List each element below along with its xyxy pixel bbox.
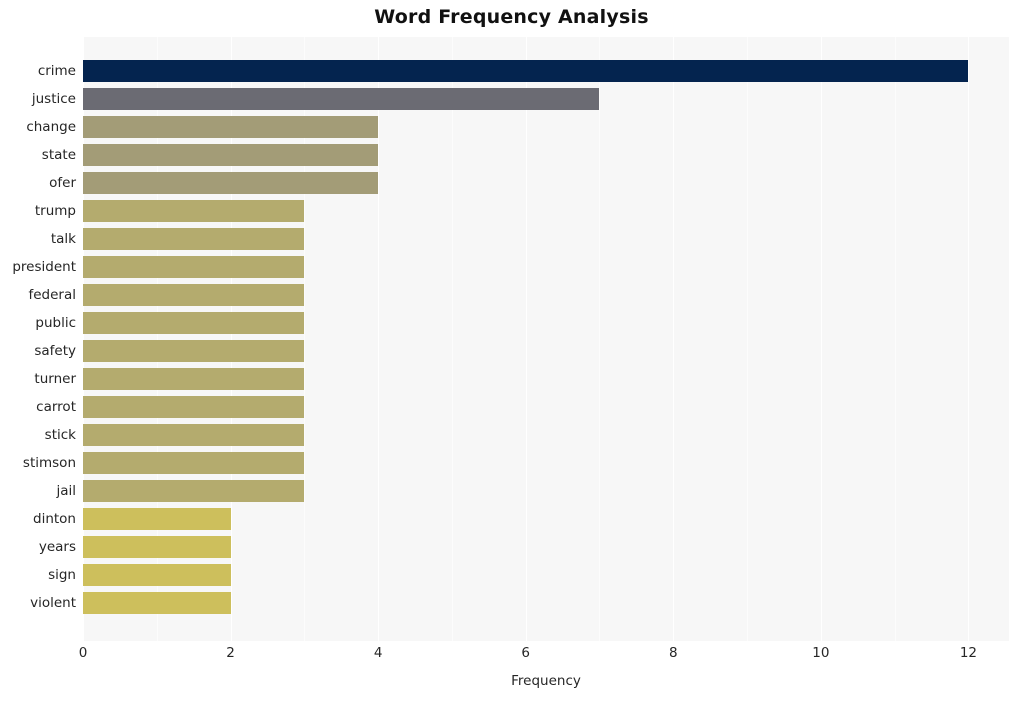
bar-row[interactable] <box>83 505 1009 533</box>
bar-row[interactable] <box>83 393 1009 421</box>
y-tick-label-talk: talk <box>50 231 76 248</box>
bar-president[interactable] <box>83 256 305 279</box>
y-tick-label-turner: turner <box>34 371 76 388</box>
y-tick-label-crime: crime <box>37 63 76 80</box>
bar-public[interactable] <box>83 312 305 335</box>
bar-justice[interactable] <box>83 88 600 111</box>
bar-row[interactable] <box>83 141 1009 169</box>
x-axis-title: Frequency <box>511 673 581 689</box>
x-axis-tick-labels: 0 2 4 6 8 10 12 <box>79 645 1009 669</box>
bar-row[interactable] <box>83 309 1009 337</box>
bar-row[interactable] <box>83 281 1009 309</box>
y-tick-label-sign: sign <box>48 567 76 584</box>
bar-row[interactable] <box>83 57 1009 85</box>
bar-row[interactable] <box>83 169 1009 197</box>
bar-years[interactable] <box>83 536 231 559</box>
bar-row[interactable] <box>83 365 1009 393</box>
bar-row[interactable] <box>83 533 1009 561</box>
bar-row[interactable] <box>83 449 1009 477</box>
bars-group <box>83 37 1009 641</box>
bar-federal[interactable] <box>83 284 305 307</box>
y-tick-label-safety: safety <box>34 343 76 360</box>
bar-row[interactable] <box>83 561 1009 589</box>
bar-dinton[interactable] <box>83 508 231 531</box>
y-tick-label-change: change <box>26 119 76 136</box>
x-tick-label-10: 10 <box>812 645 830 661</box>
bar-trump[interactable] <box>83 200 305 223</box>
bar-row[interactable] <box>83 337 1009 365</box>
bar-row[interactable] <box>83 225 1009 253</box>
bar-row[interactable] <box>83 253 1009 281</box>
bar-row[interactable] <box>83 589 1009 617</box>
bar-row[interactable] <box>83 477 1009 505</box>
y-tick-label-years: years <box>38 539 76 556</box>
x-tick-label-2: 2 <box>226 645 235 661</box>
bar-row[interactable] <box>83 421 1009 449</box>
y-tick-label-justice: justice <box>31 91 76 108</box>
plot-area <box>83 37 1009 641</box>
bar-talk[interactable] <box>83 228 305 251</box>
page-title: Word Frequency Analysis <box>374 6 649 28</box>
y-tick-label-stick: stick <box>44 427 76 444</box>
y-tick-label-president: president <box>12 259 76 276</box>
bar-row[interactable] <box>83 197 1009 225</box>
bar-stick[interactable] <box>83 424 305 447</box>
y-tick-label-trump: trump <box>34 203 76 220</box>
x-tick-label-12: 12 <box>959 645 977 661</box>
y-tick-label-stimson: stimson <box>22 455 76 472</box>
bar-turner[interactable] <box>83 368 305 391</box>
x-tick-label-6: 6 <box>521 645 530 661</box>
bar-row[interactable] <box>83 85 1009 113</box>
x-tick-label-4: 4 <box>373 645 383 661</box>
bar-carrot[interactable] <box>83 396 305 419</box>
bar-jail[interactable] <box>83 480 305 503</box>
bar-stimson[interactable] <box>83 452 305 475</box>
y-tick-label-dinton: dinton <box>33 511 76 528</box>
bar-change[interactable] <box>83 116 379 139</box>
bar-row[interactable] <box>83 113 1009 141</box>
y-tick-label-ofer: ofer <box>49 175 76 192</box>
y-tick-label-public: public <box>35 315 76 332</box>
bar-sign[interactable] <box>83 564 231 587</box>
bar-safety[interactable] <box>83 340 305 363</box>
bar-crime[interactable] <box>83 60 969 83</box>
y-tick-label-state: state <box>41 147 76 164</box>
bar-ofer[interactable] <box>83 172 379 195</box>
y-tick-label-federal: federal <box>28 287 76 304</box>
x-tick-label-0: 0 <box>78 645 88 661</box>
x-tick-label-8: 8 <box>668 645 678 661</box>
y-axis-tick-labels: crime justice change state ofer trump talk pres… <box>0 37 76 641</box>
bar-violent[interactable] <box>83 592 231 615</box>
y-tick-label-jail: jail <box>56 483 76 500</box>
chart-figure: Word Frequency Analysis crime justice chan… <box>0 0 1023 701</box>
bar-state[interactable] <box>83 144 379 167</box>
y-tick-label-carrot: carrot <box>36 399 76 416</box>
y-tick-label-violent: violent <box>30 595 76 612</box>
